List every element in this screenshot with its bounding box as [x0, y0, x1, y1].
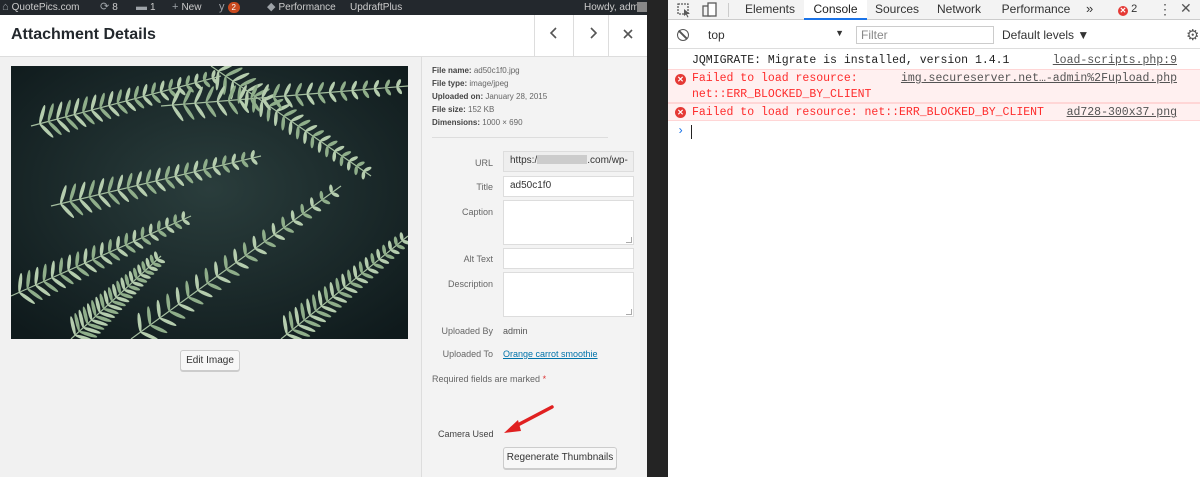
error-icon: ✕	[675, 107, 686, 118]
dimensions-row: Dimensions: 1000 × 690	[432, 118, 523, 127]
resize-handle-icon[interactable]	[626, 237, 632, 243]
divider	[432, 137, 608, 138]
camera-used-label: Camera Used	[438, 429, 494, 439]
comments-link[interactable]: ▬ 1	[136, 1, 156, 14]
plus-icon: +	[172, 1, 179, 13]
description-label: Description	[447, 279, 493, 289]
tab-console[interactable]: Console	[804, 0, 867, 20]
url-label: URL	[474, 158, 493, 168]
close-devtools-icon[interactable]: ✕	[1180, 0, 1192, 17]
regenerate-thumbnails-button[interactable]: Regenerate Thumbnails	[503, 447, 617, 469]
wordpress-window: ⌂ QuotePics.com ⟳ 8 ▬ 1 + New y2 ◆ Performanc…	[0, 0, 647, 477]
tab-sources[interactable]: Sources	[869, 0, 925, 20]
window-divider	[647, 0, 668, 477]
log-levels-dropdown[interactable]: Default levels ▼	[1002, 28, 1089, 42]
console-toolbar: top ▼ Filter Default levels ▼ ⚙	[668, 21, 1200, 49]
comment-icon: ▬	[136, 1, 147, 13]
uploaded-to-label: Uploaded To	[442, 349, 493, 359]
error-count-badge[interactable]: ✕ 2	[1118, 3, 1137, 16]
error-icon: ✕	[1118, 6, 1128, 16]
console-message-error: ✕ Failed to load resource: net::ERR_BLOC…	[668, 69, 1200, 103]
url-field[interactable]: https:/.com/wp-	[503, 151, 634, 172]
resize-handle-icon[interactable]	[626, 309, 632, 315]
devtools-panel: Elements Console Sources Network Perform…	[668, 0, 1200, 477]
yoast-seo-link[interactable]: y2	[219, 1, 240, 14]
tab-performance[interactable]: Performance	[996, 0, 1076, 20]
attachment-media-view: Edit Image	[0, 57, 421, 477]
updates-link[interactable]: ⟳ 8	[100, 1, 118, 14]
toolbar-separator	[728, 3, 729, 17]
more-tabs-chevron-icon[interactable]: »	[1086, 0, 1093, 18]
modal-header: Attachment Details	[0, 15, 647, 57]
source-link[interactable]: load-scripts.php:9	[1053, 53, 1177, 69]
uploaded-by-label: Uploaded By	[441, 326, 493, 336]
console-input[interactable]	[691, 125, 692, 139]
updraftplus-link[interactable]: UpdraftPlus	[350, 1, 402, 14]
file-size-row: File size: 152 KB	[432, 105, 495, 114]
required-fields-note: Required fields are marked *	[432, 374, 547, 384]
admin-bar: ⌂ QuotePics.com ⟳ 8 ▬ 1 + New y2 ◆ Performanc…	[0, 0, 647, 15]
device-toolbar-icon[interactable]	[702, 2, 718, 18]
more-options-icon[interactable]: ⋮	[1158, 1, 1172, 18]
wordpress-logo-icon: ⌂	[2, 1, 9, 13]
filter-input[interactable]: Filter	[856, 26, 994, 44]
tab-elements[interactable]: Elements	[738, 0, 802, 20]
console-settings-gear-icon[interactable]: ⚙	[1186, 26, 1199, 44]
uploaded-by-value: admin	[503, 326, 528, 336]
title-field[interactable]: ad50c1f0	[503, 176, 634, 197]
site-name-link[interactable]: ⌂ QuotePics.com	[2, 1, 79, 14]
clear-console-icon[interactable]	[677, 29, 689, 41]
file-type-row: File type: image/jpeg	[432, 79, 509, 88]
caption-label: Caption	[461, 207, 493, 217]
devtools-tab-bar: Elements Console Sources Network Perform…	[668, 0, 1200, 20]
console-message-error: ✕ Failed to load resource: net::ERR_BLOC…	[668, 103, 1200, 121]
updates-icon: ⟳	[100, 1, 110, 13]
performance-link[interactable]: ◆ Performance	[267, 1, 336, 14]
file-name-row: File name: ad50c1f0.jpg	[432, 66, 520, 75]
previous-button[interactable]	[534, 15, 573, 57]
uploaded-on-row: Uploaded on: January 28, 2015	[432, 92, 548, 101]
alt-text-field[interactable]	[503, 248, 634, 269]
uploaded-to-link[interactable]: Orange carrot smoothie	[503, 349, 598, 359]
chevron-right-icon	[590, 27, 598, 39]
avatar[interactable]	[637, 2, 647, 12]
console-prompt-icon: ›	[677, 124, 685, 138]
close-icon	[623, 29, 633, 39]
title-label: Title	[476, 182, 493, 192]
performance-icon: ◆	[267, 1, 276, 13]
inspect-element-icon[interactable]	[676, 2, 692, 18]
context-selector[interactable]: top ▼	[708, 28, 844, 42]
source-link[interactable]: ad728-300x37.png	[1067, 105, 1177, 121]
source-link[interactable]: img.secureserver.net…-admin%2Fupload.php	[901, 71, 1177, 87]
error-icon: ✕	[675, 74, 686, 85]
yoast-icon: y	[219, 1, 225, 13]
edit-image-button[interactable]: Edit Image	[180, 350, 240, 371]
dropdown-arrow-icon: ▼	[835, 28, 844, 38]
fern-photo	[11, 66, 408, 339]
attachment-image	[11, 66, 408, 339]
attachment-info-sidebar: File name: ad50c1f0.jpg File type: image…	[421, 57, 647, 477]
modal-title: Attachment Details	[11, 26, 156, 43]
red-arrow-icon	[504, 405, 554, 433]
new-content-link[interactable]: + New	[172, 1, 201, 14]
caption-field[interactable]	[503, 200, 634, 245]
alt-text-label: Alt Text	[463, 254, 493, 264]
description-field[interactable]	[503, 272, 634, 317]
console-message-info: JQMIGRATE: Migrate is installed, version…	[692, 53, 1177, 69]
redacted-domain	[537, 155, 588, 164]
tab-network[interactable]: Network	[930, 0, 988, 20]
close-button[interactable]	[608, 15, 647, 57]
next-button[interactable]	[573, 15, 612, 57]
chevron-left-icon	[549, 27, 557, 39]
